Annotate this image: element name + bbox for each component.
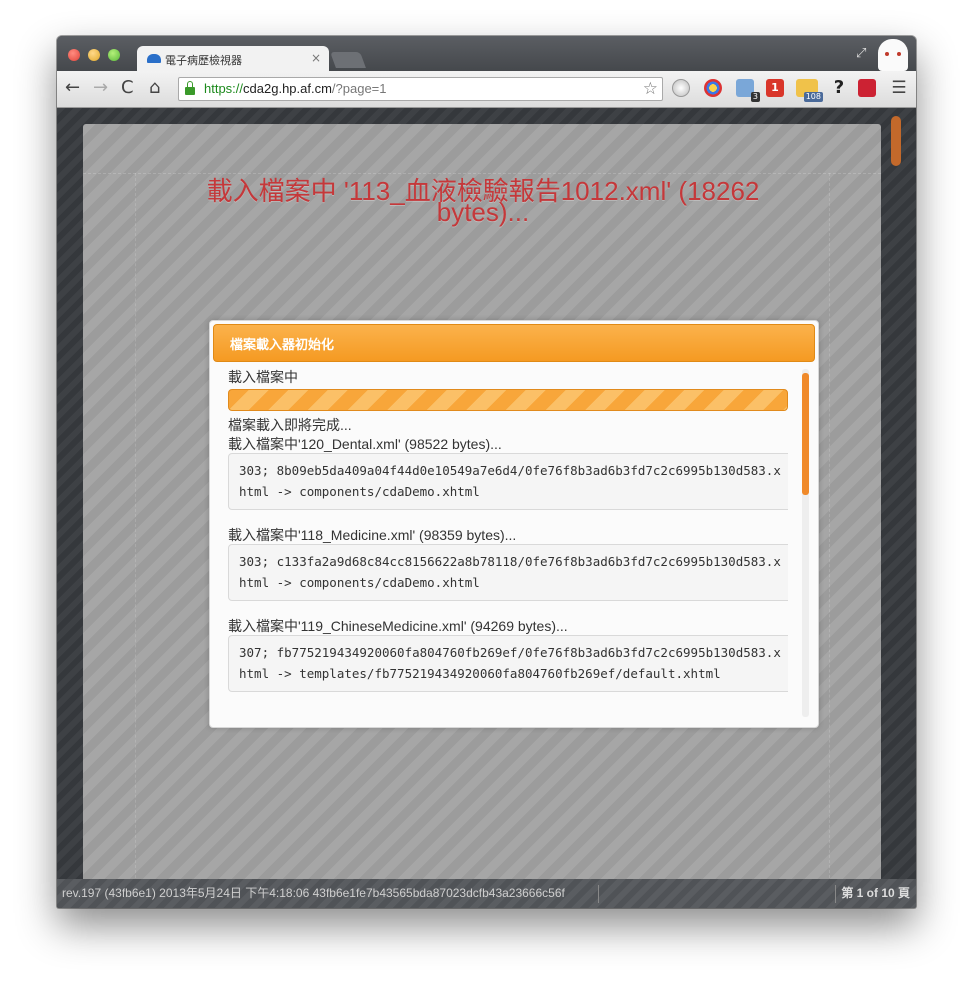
address-bar[interactable]: https://cda2g.hp.af.cm/?page=1 ☆ xyxy=(178,77,663,101)
globe-icon[interactable] xyxy=(672,79,690,97)
lock-icon xyxy=(185,81,195,95)
dialog-title: 檔案載入器初始化 xyxy=(230,338,335,353)
url-text: https://cda2g.hp.af.cm/?page=1 xyxy=(204,81,387,96)
divider xyxy=(598,885,599,903)
page-viewport: 載入檔案中 '113_血液檢驗報告1012.xml' (18262 bytes)… xyxy=(57,108,916,884)
browser-toolbar: ← → C ⌂ https://cda2g.hp.af.cm/?page=1 ☆… xyxy=(57,71,916,108)
forward-button[interactable]: → xyxy=(93,78,108,98)
page-indicator[interactable]: 第 1 of 10 頁 xyxy=(841,879,910,908)
page-scrollbar-thumb[interactable] xyxy=(891,116,901,166)
file-line: 載入檔案中'118_Medicine.xml' (98359 bytes)... xyxy=(228,527,517,543)
back-button[interactable]: ← xyxy=(65,78,80,98)
dialog-body: 載入檔案中 檔案載入即將完成... 載入檔案中'120_Dental.xml' … xyxy=(228,367,788,717)
fullscreen-icon[interactable]: ⤢ xyxy=(856,46,870,61)
help-icon[interactable]: ? xyxy=(830,79,848,97)
camera-icon[interactable] xyxy=(858,79,876,97)
ready-text: 檔案載入即將完成... xyxy=(228,417,352,433)
home-button[interactable]: ⌂ xyxy=(149,78,160,98)
log-box: 303; 8b09eb5da409a04f44d0e10549a7e6d4/0f… xyxy=(228,453,788,510)
log-box: 303; c133fa2a9d68c84cc8156622a8b78118/0f… xyxy=(228,544,788,601)
loader-dialog: 檔案載入器初始化 載入檔案中 檔案載入即將完成... 載入檔案中'120_Den… xyxy=(209,320,819,728)
document-page: 載入檔案中 '113_血液檢驗報告1012.xml' (18262 bytes)… xyxy=(83,124,881,884)
tab-strip: 電子病歷檢視器 × ⤢ xyxy=(57,36,916,72)
tab-active[interactable]: 電子病歷檢視器 × xyxy=(137,46,329,72)
log-box: 307; fb775219434920060fa804760fb269ef/0f… xyxy=(228,635,788,692)
file-line: 載入檔案中'119_ChineseMedicine.xml' (94269 by… xyxy=(228,618,568,634)
cloud-icon xyxy=(147,54,161,63)
new-tab-button[interactable] xyxy=(330,52,366,68)
zoom-window-button[interactable] xyxy=(108,49,120,61)
loading-heading: 載入檔案中 '113_血液檢驗報告1012.xml' (18262 bytes)… xyxy=(206,176,760,227)
close-window-button[interactable] xyxy=(68,49,80,61)
loading-label: 載入檔案中 xyxy=(228,369,298,385)
chrome-extension-icon[interactable] xyxy=(704,79,722,97)
dialog-scrollbar-thumb[interactable] xyxy=(802,373,809,495)
divider xyxy=(835,885,836,903)
one-icon[interactable]: 1 xyxy=(766,79,784,97)
minimize-window-button[interactable] xyxy=(88,49,100,61)
page-guide xyxy=(83,173,881,174)
status-footer: rev.197 (43fb6e1) 2013年5月24日 下午4:18:06 4… xyxy=(57,879,916,908)
menu-icon[interactable]: ☰ xyxy=(890,79,908,97)
page-guide xyxy=(829,173,830,883)
tab-close-icon[interactable]: × xyxy=(311,51,321,65)
dialog-header: 檔案載入器初始化 xyxy=(213,324,815,362)
bookmark-star-icon[interactable]: ☆ xyxy=(643,78,658,100)
user-icon[interactable]: 108 xyxy=(796,79,823,102)
progress-bar xyxy=(228,389,788,411)
tab-title: 電子病歷檢視器 xyxy=(165,55,242,67)
profile-avatar[interactable] xyxy=(878,39,908,71)
tool-icon[interactable]: 3 xyxy=(736,79,760,102)
page-guide xyxy=(135,173,136,883)
revision-text: rev.197 (43fb6e1) 2013年5月24日 下午4:18:06 4… xyxy=(62,886,565,900)
file-line: 載入檔案中'120_Dental.xml' (98522 bytes)... xyxy=(228,436,502,452)
browser-window: 電子病歷檢視器 × ⤢ ← → C ⌂ https://cda2g.hp.af.… xyxy=(57,36,916,908)
reload-button[interactable]: C xyxy=(121,78,134,98)
